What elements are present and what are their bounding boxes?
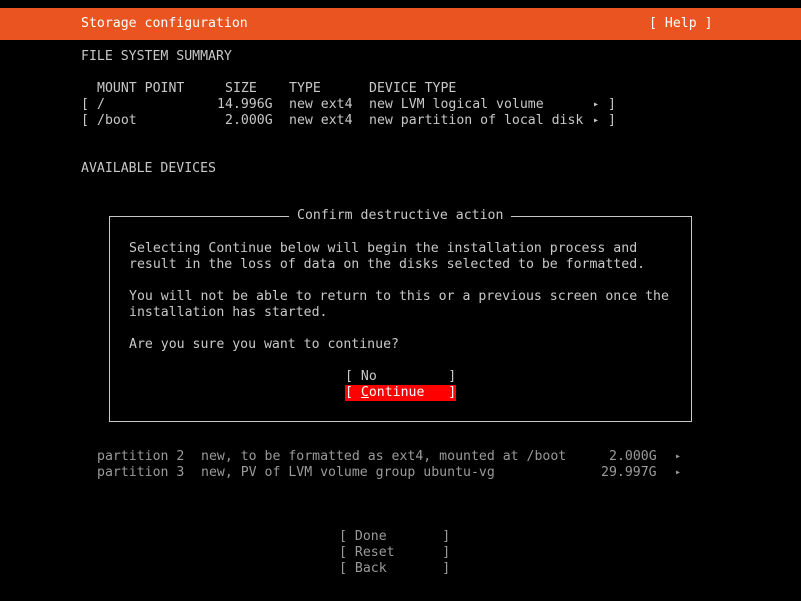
- reset-button[interactable]: [ Reset ]: [339, 545, 450, 561]
- summary-heading: FILE SYSTEM SUMMARY: [81, 49, 232, 64]
- dialog-title: Confirm destructive action: [289, 208, 512, 224]
- column-size: SIZE: [225, 81, 257, 96]
- button-bracket-open: [: [345, 385, 361, 400]
- back-button[interactable]: [ Back ]: [339, 561, 450, 577]
- row-bracket-close: ]: [608, 97, 616, 112]
- row-bracket-close: ]: [608, 113, 616, 128]
- row-bracket-open: [: [81, 113, 89, 128]
- header-bar: Storage configuration [ Help ]: [0, 8, 801, 40]
- row-type: new ext4: [289, 113, 353, 128]
- partition-desc: new, PV of LVM volume group ubuntu-vg: [201, 465, 495, 480]
- row-bracket-open: [: [81, 97, 89, 112]
- dialog-text-line: result in the loss of data on the disks …: [129, 257, 646, 272]
- partition-size: 2.000G: [609, 449, 657, 464]
- row-device-type: new LVM logical volume: [369, 97, 544, 112]
- row-device-type: new partition of local disk: [369, 113, 584, 128]
- column-mount-point: MOUNT POINT: [97, 81, 185, 96]
- partition-size: 29.997G: [601, 465, 657, 480]
- column-type: TYPE: [289, 81, 321, 96]
- column-device-type: DEVICE TYPE: [369, 81, 457, 96]
- continue-button[interactable]: [ Continue ]: [345, 385, 457, 401]
- row-type: new ext4: [289, 97, 353, 112]
- done-button[interactable]: [ Done ]: [339, 529, 450, 545]
- dialog-text-line: You will not be able to return to this o…: [129, 289, 669, 304]
- partition-desc: new, to be formatted as ext4, mounted at…: [201, 449, 567, 464]
- row-size: 2.000G: [225, 113, 273, 128]
- button-bracket-open: [: [345, 369, 361, 384]
- installer-screen: Storage configuration [ Help ] FILE SYST…: [0, 0, 801, 601]
- partition-name: partition 2: [97, 449, 185, 464]
- row-mount: /boot: [97, 113, 137, 128]
- no-button[interactable]: [ No ]: [345, 369, 456, 385]
- dialog-question: Are you sure you want to continue?: [129, 337, 399, 352]
- row-mount: /: [97, 97, 105, 112]
- expand-arrow-icon[interactable]: ▸: [593, 97, 599, 113]
- expand-arrow-icon[interactable]: ▸: [593, 113, 599, 129]
- button-label: No: [360, 369, 377, 384]
- expand-arrow-icon[interactable]: ▸: [675, 465, 681, 481]
- page-title: Storage configuration: [81, 16, 248, 31]
- available-devices-heading: AVAILABLE DEVICES: [81, 161, 216, 176]
- button-bracket-close: ]: [376, 369, 457, 384]
- partition-name: partition 3: [97, 465, 185, 480]
- expand-arrow-icon[interactable]: ▸: [675, 449, 681, 465]
- dialog-text-line: installation has started.: [129, 305, 328, 320]
- help-button[interactable]: [ Help ]: [649, 16, 713, 32]
- button-bracket-close: ]: [424, 385, 457, 400]
- dialog-text-line: Selecting Continue below will begin the …: [129, 241, 638, 256]
- button-accelerator: C: [360, 385, 369, 400]
- button-label: ontinue: [368, 385, 425, 400]
- row-size: 14.996G: [217, 97, 273, 112]
